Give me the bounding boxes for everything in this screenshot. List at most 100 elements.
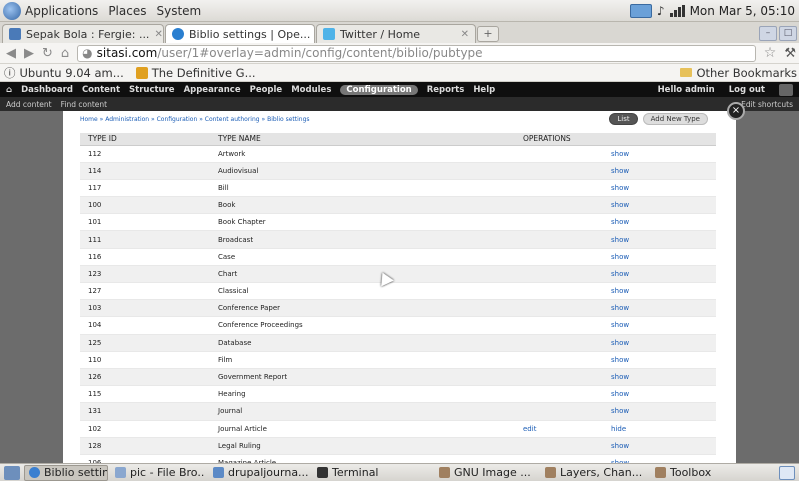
- operation-link[interactable]: show: [611, 218, 629, 226]
- shortcut-find-content[interactable]: Find content: [61, 100, 107, 109]
- reload-icon[interactable]: ↻: [42, 46, 53, 61]
- column-header-type-id[interactable]: TYPE ID: [80, 133, 210, 146]
- folder-icon: [680, 68, 693, 77]
- maximize-icon[interactable]: □: [779, 26, 797, 41]
- home-icon[interactable]: ⌂: [6, 85, 12, 95]
- edit-link[interactable]: edit: [523, 425, 536, 433]
- toolbar-configuration[interactable]: Configuration: [340, 84, 418, 95]
- type-name-cell: Classical: [210, 282, 515, 301]
- type-name-cell: Book: [210, 196, 515, 215]
- operation-link[interactable]: show: [611, 339, 629, 347]
- operation-link[interactable]: show: [611, 270, 629, 278]
- toolbar-reports[interactable]: Reports: [427, 85, 465, 95]
- list-tab[interactable]: List: [609, 113, 638, 125]
- operation-link[interactable]: show: [611, 253, 629, 261]
- minimize-icon[interactable]: –: [759, 26, 777, 41]
- bookmark-star-icon[interactable]: ☆: [764, 45, 777, 61]
- task-terminal[interactable]: Terminal: [312, 465, 432, 481]
- operation-cell: show: [603, 230, 716, 249]
- new-tab-button[interactable]: +: [477, 26, 499, 42]
- toolbar-appearance[interactable]: Appearance: [184, 85, 241, 95]
- edit-shortcuts-link[interactable]: Edit shortcuts: [741, 100, 793, 109]
- table-body: 112 Artwork show 114 Audiovisual show 117 Bill s…: [80, 145, 716, 473]
- address-bar[interactable]: ◕ sitasi.com/user/1#overlay=admin/config…: [77, 44, 756, 62]
- close-icon[interactable]: ✕: [461, 29, 469, 40]
- toolbar-toggle-button[interactable]: [779, 83, 793, 96]
- trash-icon[interactable]: [779, 465, 795, 480]
- toolbar-modules[interactable]: Modules: [291, 85, 331, 95]
- page-info-icon[interactable]: ◕: [82, 46, 92, 60]
- gimp-icon: [545, 467, 556, 478]
- tab-twitter[interactable]: Twitter / Home ✕: [316, 24, 476, 43]
- operation-link[interactable]: show: [611, 407, 629, 415]
- toolbar-dashboard[interactable]: Dashboard: [21, 85, 73, 95]
- volume-icon[interactable]: ♪: [657, 4, 665, 18]
- places-menu[interactable]: Places: [108, 4, 146, 18]
- overlay-close-button[interactable]: ×: [727, 102, 745, 120]
- toolbar-people[interactable]: People: [250, 85, 283, 95]
- operation-link[interactable]: hide: [611, 425, 626, 433]
- task-layers[interactable]: Layers, Chan...: [540, 465, 648, 481]
- ubuntu-logo-icon[interactable]: [3, 1, 21, 20]
- edit-cell: [515, 162, 603, 180]
- bookmark-label: Ubuntu 9.04 am...: [19, 65, 124, 80]
- operation-link[interactable]: show: [611, 236, 629, 244]
- operation-cell: show: [603, 316, 716, 335]
- task-gimp[interactable]: GNU Image ...: [434, 465, 538, 481]
- operation-cell: hide: [603, 420, 716, 438]
- bookmark-ubuntu[interactable]: ⓘ Ubuntu 9.04 am...: [4, 65, 124, 81]
- forward-icon[interactable]: ▶: [24, 46, 34, 61]
- back-icon[interactable]: ◀: [6, 46, 16, 61]
- table-row: 103 Conference Paper show: [80, 299, 716, 318]
- task-label: drupaljourna...: [228, 466, 309, 479]
- toolbar-structure[interactable]: Structure: [129, 85, 175, 95]
- operation-link[interactable]: show: [611, 321, 629, 329]
- column-header-type-name[interactable]: TYPE NAME: [210, 133, 515, 146]
- tab-label: Twitter / Home: [340, 27, 421, 41]
- applications-menu[interactable]: Applications: [25, 4, 98, 18]
- tab-biblio-settings[interactable]: Biblio settings | Ope... ✕: [165, 24, 315, 43]
- home-icon[interactable]: ⌂: [61, 46, 69, 61]
- other-bookmarks[interactable]: Other Bookmarks: [680, 66, 799, 80]
- tab-sepak-bola[interactable]: Sepak Bola : Fergie: ... ✕: [2, 24, 164, 43]
- operation-link[interactable]: show: [611, 373, 629, 381]
- show-desktop-icon[interactable]: [4, 465, 20, 480]
- operation-link[interactable]: show: [611, 150, 629, 158]
- operation-link[interactable]: show: [611, 356, 629, 364]
- task-file-browser[interactable]: pic - File Bro...: [110, 465, 206, 481]
- wrench-icon[interactable]: ⚒: [784, 46, 796, 61]
- type-name-cell: Legal Ruling: [210, 437, 515, 455]
- network-icon[interactable]: [629, 3, 652, 18]
- window-controls: – □: [759, 26, 799, 41]
- bookmark-definitive-guide[interactable]: The Definitive G...: [135, 66, 256, 80]
- user-name[interactable]: admin: [685, 85, 715, 95]
- operation-link[interactable]: show: [611, 287, 629, 295]
- clock[interactable]: Mon Mar 5, 05:10: [690, 4, 795, 18]
- task-toolbox[interactable]: Toolbox: [650, 465, 730, 481]
- overlay-backdrop: Home » Administration » Configuration » …: [0, 102, 799, 473]
- shortcut-add-content[interactable]: Add content: [6, 100, 52, 109]
- toolbar-content[interactable]: Content: [82, 85, 120, 95]
- twitter-icon: [323, 28, 335, 40]
- navigation-bar: ◀ ▶ ↻ ⌂ ◕ sitasi.com/user/1#overlay=admi…: [0, 43, 799, 64]
- task-drupaljournal[interactable]: drupaljourna...: [208, 465, 310, 481]
- type-name-cell: Broadcast: [210, 230, 515, 249]
- task-biblio-settings[interactable]: Biblio setting...: [24, 464, 108, 481]
- operation-link[interactable]: show: [611, 390, 629, 398]
- edit-cell: [515, 179, 603, 198]
- system-tray: ♪ Mon Mar 5, 05:10: [629, 3, 799, 18]
- operation-link[interactable]: show: [611, 442, 629, 450]
- close-icon[interactable]: ✕: [154, 29, 162, 40]
- add-new-type-button[interactable]: Add New Type: [642, 113, 708, 125]
- operation-link[interactable]: show: [611, 167, 629, 175]
- operation-link[interactable]: show: [611, 201, 629, 209]
- logout-link[interactable]: Log out: [729, 85, 765, 95]
- operation-link[interactable]: show: [611, 184, 629, 192]
- system-menu[interactable]: System: [156, 4, 201, 18]
- toolbar-help[interactable]: Help: [473, 85, 495, 95]
- signal-icon[interactable]: [669, 4, 685, 17]
- table-row: 131 Journal show: [80, 402, 716, 421]
- breadcrumb[interactable]: Home » Administration » Configuration » …: [80, 116, 310, 123]
- operation-link[interactable]: show: [611, 304, 629, 312]
- edit-cell: [515, 265, 603, 284]
